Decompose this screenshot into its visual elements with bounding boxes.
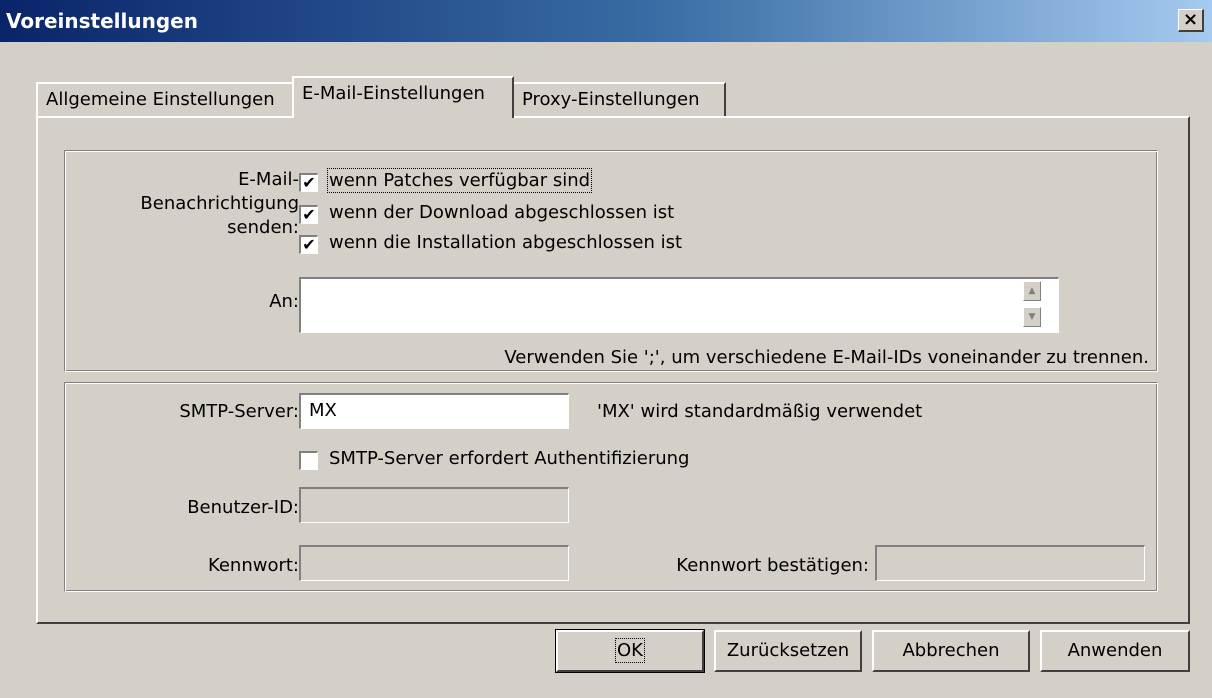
- checkbox-download-complete-label[interactable]: wenn der Download abgeschlossen ist: [329, 202, 674, 223]
- confirm-password-field[interactable]: [875, 545, 1145, 581]
- ok-button-label: OK: [615, 638, 645, 663]
- ok-button[interactable]: OK: [555, 629, 705, 673]
- password-label: Kennwort:: [207, 555, 299, 576]
- checkbox-smtp-auth-label[interactable]: SMTP-Server erfordert Authentifizierung: [329, 448, 689, 469]
- tab-panel-email: E-Mail- Benachrichtigung senden: ✔ wenn …: [36, 116, 1190, 624]
- smtp-server-field[interactable]: MX: [299, 393, 569, 429]
- tab-allgemeine-einstellungen[interactable]: Allgemeine Einstellungen: [36, 82, 294, 116]
- window-title: Voreinstellungen: [6, 9, 198, 33]
- to-label: An:: [269, 291, 299, 312]
- scroll-up-icon[interactable]: ▲: [1023, 281, 1041, 301]
- user-id-field[interactable]: [299, 487, 569, 523]
- checkbox-installation-complete[interactable]: ✔: [299, 235, 318, 254]
- smtp-group: SMTP-Server: MX 'MX' wird standardmäßig …: [64, 382, 1158, 592]
- checkbox-download-complete[interactable]: ✔: [299, 205, 318, 224]
- notify-label-line2: Benachrichtigung: [140, 193, 299, 214]
- checkbox-patches-available-label[interactable]: wenn Patches verfügbar sind: [326, 168, 593, 193]
- close-button[interactable]: ×: [1178, 9, 1204, 32]
- user-id-label: Benutzer-ID:: [187, 497, 299, 518]
- title-bar: Voreinstellungen ×: [0, 0, 1212, 42]
- smtp-server-hint: 'MX' wird standardmäßig verwendet: [597, 401, 923, 422]
- tab-proxy-einstellungen[interactable]: Proxy-Einstellungen: [512, 82, 726, 116]
- checkbox-smtp-auth[interactable]: [299, 451, 318, 470]
- notify-label-line3: senden:: [227, 217, 299, 238]
- cancel-button[interactable]: Abbrechen: [872, 630, 1030, 672]
- password-field[interactable]: [299, 545, 569, 581]
- notification-group: E-Mail- Benachrichtigung senden: ✔ wenn …: [64, 150, 1158, 372]
- to-email-field[interactable]: [299, 277, 1059, 333]
- confirm-password-label: Kennwort bestätigen:: [676, 555, 869, 576]
- email-separator-hint: Verwenden Sie ';', um verschiedene E-Mai…: [504, 347, 1149, 368]
- scroll-down-icon[interactable]: ▼: [1023, 307, 1041, 327]
- reset-button[interactable]: Zurücksetzen: [714, 630, 862, 672]
- checkbox-patches-available[interactable]: ✔: [299, 173, 318, 192]
- smtp-server-label: SMTP-Server:: [179, 401, 299, 422]
- apply-button[interactable]: Anwenden: [1040, 630, 1190, 672]
- notify-label-line1: E-Mail-: [238, 169, 299, 190]
- tab-email-einstellungen[interactable]: E-Mail-Einstellungen: [292, 76, 514, 118]
- checkbox-installation-complete-label[interactable]: wenn die Installation abgeschlossen ist: [329, 232, 682, 253]
